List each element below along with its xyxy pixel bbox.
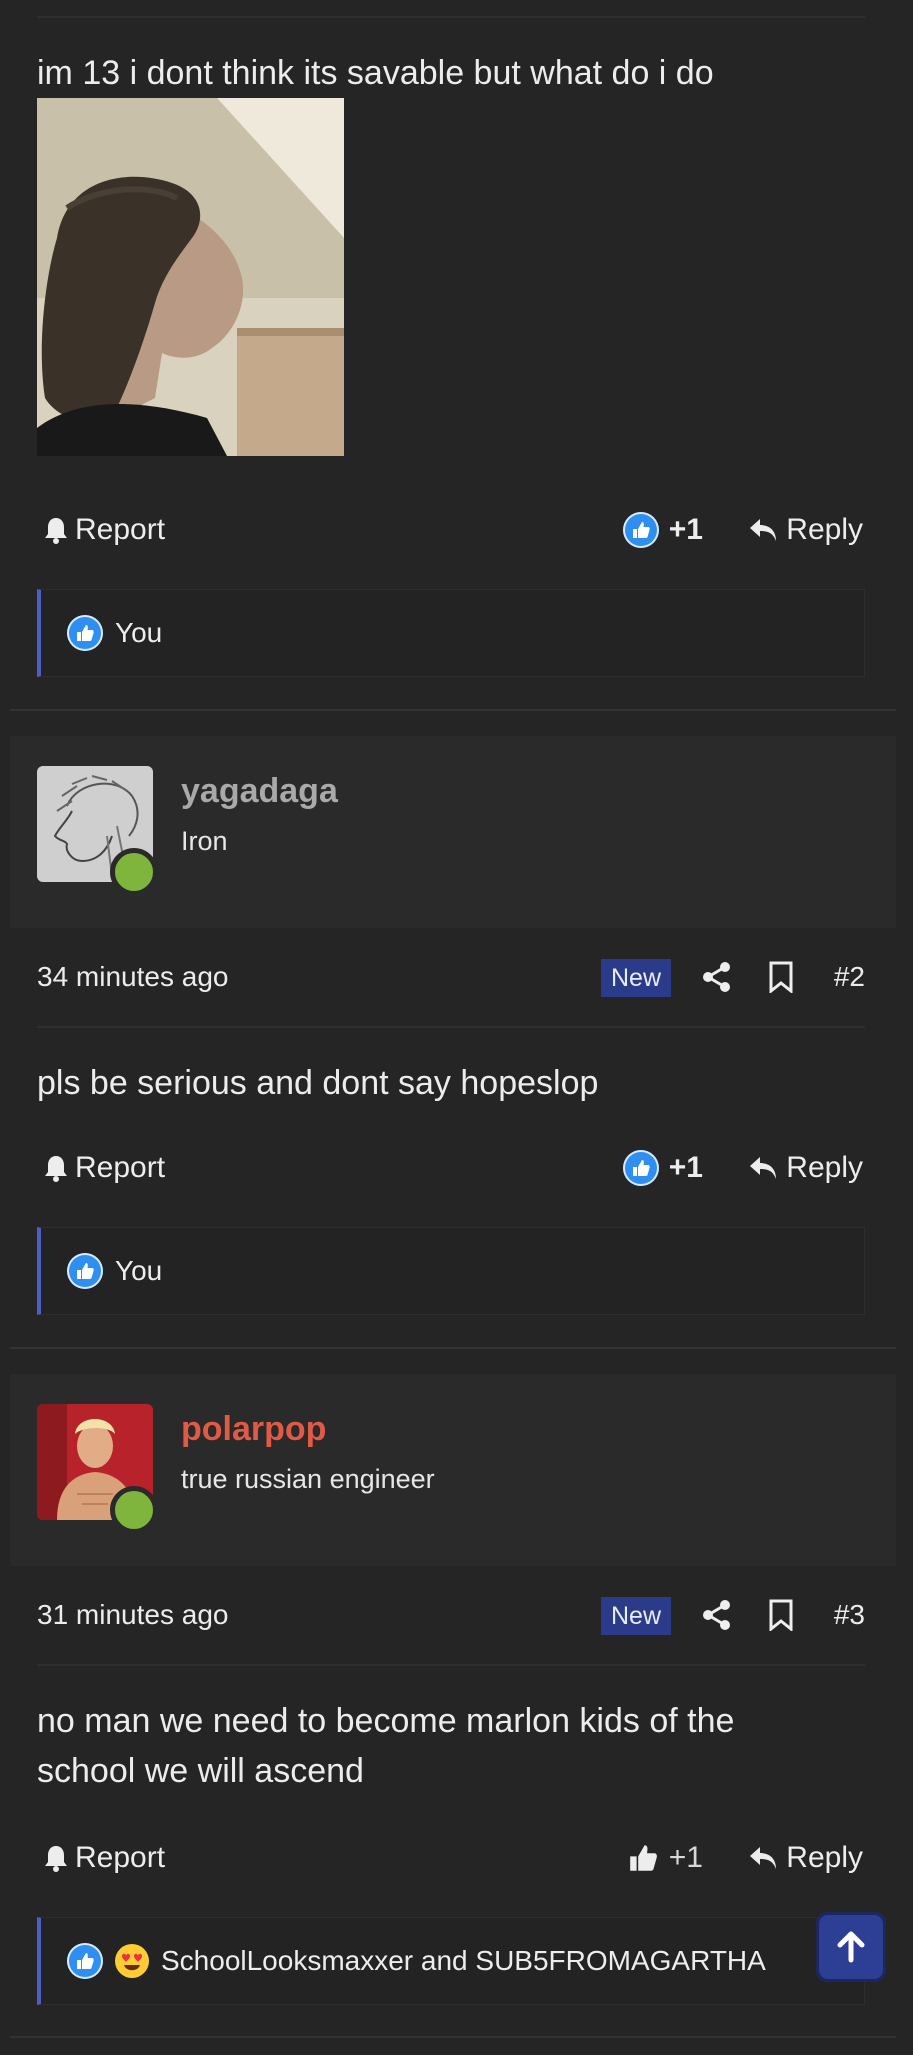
post-2-user-header: yagadaga Iron bbox=[10, 736, 896, 928]
reply-button[interactable]: Reply bbox=[748, 500, 863, 560]
reply-label: Reply bbox=[786, 1151, 863, 1184]
post-1-text: im 13 i dont think its savable but what … bbox=[37, 54, 714, 92]
post-1-actions: Report +1 Reply bbox=[37, 500, 865, 560]
bell-icon bbox=[45, 1846, 67, 1872]
thumbs-up-icon bbox=[67, 1253, 103, 1289]
post-3-reactions-bar[interactable]: SchoolLooksmaxxer and SUB5FROMAGARTHA bbox=[37, 1917, 865, 2005]
user-header-pointer bbox=[71, 1544, 119, 1566]
heart-eyes-icon bbox=[115, 1944, 149, 1978]
username[interactable]: yagadaga bbox=[181, 772, 338, 811]
bookmark-icon[interactable] bbox=[768, 1599, 794, 1636]
post-2-reactions-bar[interactable]: You bbox=[37, 1227, 865, 1315]
new-badge: New bbox=[601, 1597, 671, 1635]
thumbs-up-icon bbox=[622, 512, 659, 548]
post-timestamp[interactable]: 31 minutes ago bbox=[37, 1585, 228, 1645]
online-status-indicator bbox=[110, 848, 158, 896]
post-3-actions: Report +1 Reply bbox=[37, 1828, 865, 1888]
thumbs-up-icon bbox=[67, 1943, 103, 1979]
post-separator bbox=[10, 2036, 896, 2038]
bell-icon bbox=[45, 518, 67, 544]
report-label: Report bbox=[75, 513, 166, 546]
user-header-pointer bbox=[71, 906, 119, 928]
reply-label: Reply bbox=[786, 513, 863, 546]
post-timestamp[interactable]: 34 minutes ago bbox=[37, 947, 228, 1007]
user-title: true russian engineer bbox=[181, 1464, 435, 1494]
like-button[interactable]: +1 bbox=[622, 500, 703, 560]
post-3-text-line-1: no man we need to become marlon kids of … bbox=[37, 1702, 735, 1740]
share-icon[interactable] bbox=[702, 961, 732, 998]
thumbs-up-icon bbox=[622, 1150, 659, 1186]
like-count: +1 bbox=[668, 1841, 703, 1874]
like-button[interactable]: +1 bbox=[627, 1828, 703, 1888]
report-button[interactable]: Report bbox=[43, 1828, 165, 1888]
photo-image bbox=[37, 98, 344, 456]
meta-divider bbox=[37, 1026, 865, 1028]
share-icon[interactable] bbox=[702, 1599, 732, 1636]
reply-label: Reply bbox=[786, 1841, 863, 1874]
top-divider bbox=[37, 16, 865, 18]
thumbs-up-icon bbox=[629, 1845, 657, 1871]
arrow-up-icon bbox=[837, 1931, 865, 1963]
user-title: Iron bbox=[181, 826, 228, 856]
reaction-users[interactable]: You bbox=[115, 1255, 162, 1287]
reaction-users[interactable]: You bbox=[115, 617, 162, 649]
thumbs-up-icon bbox=[67, 615, 103, 651]
post-number[interactable]: #2 bbox=[834, 947, 865, 1007]
post-2-meta: 34 minutes ago New #2 bbox=[37, 947, 865, 1007]
report-button[interactable]: Report bbox=[43, 1138, 165, 1198]
bookmark-icon[interactable] bbox=[768, 961, 794, 998]
post-3-text-line-2: school we will ascend bbox=[37, 1752, 364, 1790]
bell-icon bbox=[45, 1156, 67, 1182]
post-separator bbox=[10, 709, 896, 711]
reply-arrow-icon bbox=[750, 1157, 777, 1179]
reply-button[interactable]: Reply bbox=[748, 1828, 863, 1888]
post-2-text: pls be serious and dont say hopeslop bbox=[37, 1064, 599, 1102]
like-button[interactable]: +1 bbox=[622, 1138, 703, 1198]
online-status-indicator bbox=[110, 1486, 158, 1534]
new-badge: New bbox=[601, 959, 671, 997]
post-3-user-header: polarpop true russian engineer bbox=[10, 1374, 896, 1566]
post-1-reactions-bar[interactable]: You bbox=[37, 589, 865, 677]
like-count: +1 bbox=[668, 513, 703, 546]
post-3-meta: 31 minutes ago New #3 bbox=[37, 1585, 865, 1645]
post-number[interactable]: #3 bbox=[834, 1585, 865, 1645]
post-separator bbox=[10, 1347, 896, 1349]
reply-arrow-icon bbox=[750, 519, 777, 541]
report-label: Report bbox=[75, 1151, 166, 1184]
scroll-to-top-button[interactable] bbox=[816, 1912, 886, 1982]
reaction-users[interactable]: SchoolLooksmaxxer and SUB5FROMAGARTHA bbox=[161, 1945, 766, 1977]
username[interactable]: polarpop bbox=[181, 1410, 326, 1449]
post-1-attached-photo[interactable] bbox=[37, 98, 344, 456]
like-count: +1 bbox=[668, 1151, 703, 1184]
reply-arrow-icon bbox=[750, 1847, 777, 1869]
post-2-actions: Report +1 Reply bbox=[37, 1138, 865, 1198]
meta-divider bbox=[37, 1664, 865, 1666]
report-button[interactable]: Report bbox=[43, 500, 165, 560]
reply-button[interactable]: Reply bbox=[748, 1138, 863, 1198]
report-label: Report bbox=[75, 1841, 166, 1874]
